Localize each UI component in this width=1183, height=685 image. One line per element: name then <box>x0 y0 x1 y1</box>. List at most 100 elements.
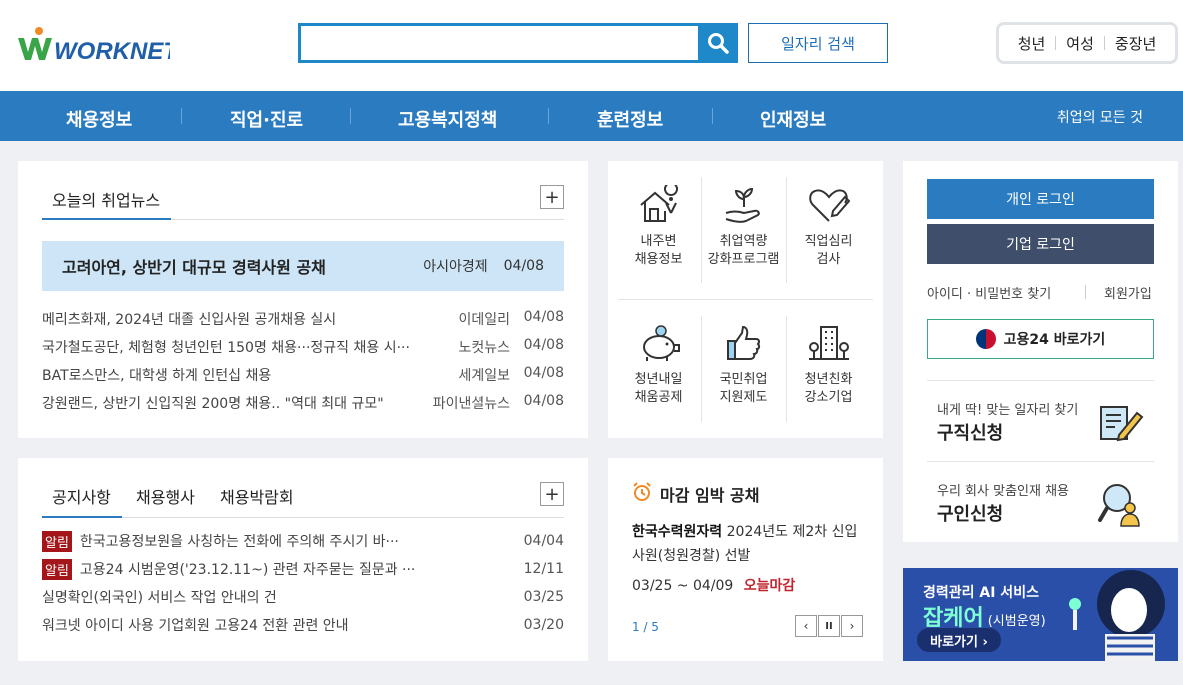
tab-notices[interactable]: 공지사항 <box>52 484 111 508</box>
nav-item-talent[interactable]: 인재정보 <box>760 106 826 132</box>
nav-divider <box>548 108 549 124</box>
alarm-clock-icon <box>633 482 651 501</box>
quick-link-psych-test[interactable]: 직업심리 검사 <box>786 185 871 269</box>
company-login-button[interactable]: 기업 로그인 <box>927 224 1154 264</box>
quick-links-panel: 내주변 채용정보 취업역량 강화프로그램 직업심리 검사 청년내일 채움공제 국… <box>608 161 883 438</box>
logo-wordmark: WORKNET <box>54 38 170 62</box>
quick-link-national-employment-support[interactable]: 국민취업 지원제도 <box>701 323 786 407</box>
next-button[interactable]: › <box>841 615 863 637</box>
quick-link-label: 국민취업 <box>719 372 768 387</box>
nav-divider <box>350 108 351 124</box>
quick-link-youth-savings[interactable]: 청년내일 채움공제 <box>616 323 701 407</box>
notice-item[interactable]: 알림 한국고용정보원을 사칭하는 전화에 주의해 주시기 바··· 04/04 <box>42 530 564 552</box>
deadline-pagination: 1 / 5 <box>632 620 659 634</box>
tab-hiring-events[interactable]: 채용행사 <box>136 484 195 508</box>
segment-divider <box>1103 36 1105 50</box>
nav-item-welfare-policy[interactable]: 고용복지정책 <box>398 106 497 132</box>
join-link[interactable]: 회원가입 <box>1104 283 1152 302</box>
banner-subtitle: 경력관리 AI 서비스 <box>923 585 1039 601</box>
banner-illustration <box>1069 570 1165 661</box>
banner-title-note: (시범운영) <box>987 614 1046 629</box>
header: WORKNET 일자리 검색 청년 여성 중장년 <box>0 0 1183 91</box>
news-more-button[interactable]: + <box>540 185 564 209</box>
worknet-logo-mark: WORKNET <box>18 27 170 62</box>
news-item[interactable]: 강원랜드, 상반기 신입직원 200명 채용.. "역대 최대 규모" 파이낸셜… <box>42 393 564 413</box>
headline-title: 고려아연, 상반기 대규모 경력사원 공채 <box>62 258 326 277</box>
banner-go-button[interactable]: 바로가기 › <box>917 628 1001 652</box>
search-bar <box>298 23 738 63</box>
quick-link-label: 채용정보 <box>634 252 683 267</box>
tab-job-fairs[interactable]: 채용박람회 <box>220 484 294 508</box>
notice-item[interactable]: 알림 고용24 시범운영('23.12.11~) 관련 자주묻는 질문과 ···… <box>42 558 564 580</box>
news-item[interactable]: 국가철도공단, 체험형 청년인턴 150명 채용···정규직 채용 시··· 노… <box>42 337 564 357</box>
job-seek-apply-link[interactable]: 내게 딱! 맞는 일자리 찾기 구직신청 <box>927 381 1154 461</box>
nav-divider <box>181 108 182 124</box>
tab-today-news[interactable]: 오늘의 취업뉴스 <box>52 187 160 211</box>
notice-item[interactable]: 워크넷 아이디 사용 기업회원 고용24 전환 관련 안내 03/20 <box>42 615 564 635</box>
job-seek-subtitle: 내게 딱! 맞는 일자리 찾기 <box>937 403 1079 418</box>
quick-link-label: 직업심리 <box>804 234 853 249</box>
headline-date: 04/08 <box>503 258 544 274</box>
deadline-status: 오늘마감 <box>743 578 796 594</box>
quick-link-label: 청년친화 <box>804 372 853 387</box>
gov24-button[interactable]: 고용24 바로가기 <box>927 319 1154 359</box>
alert-badge: 알림 <box>42 558 72 580</box>
quick-link-capacity-program[interactable]: 취업역량 강화프로그램 <box>701 185 786 269</box>
quick-link-label: 채움공제 <box>634 390 683 405</box>
notice-item-date: 12/11 <box>523 561 564 577</box>
audience-segments: 청년 여성 중장년 <box>996 22 1178 64</box>
notice-item[interactable]: 실명확인(외국인) 서비스 작업 안내의 건 03/25 <box>42 587 564 607</box>
segment-youth-link[interactable]: 청년 <box>1018 33 1046 54</box>
segment-divider <box>1055 36 1057 50</box>
news-item[interactable]: 메리츠화재, 2024년 대졸 신입사원 공개채용 실시 이데일리 04/08 <box>42 309 564 329</box>
nav-item-recruitment[interactable]: 채용정보 <box>66 106 132 132</box>
notice-item-date: 04/04 <box>523 533 564 549</box>
search-input[interactable] <box>298 23 698 63</box>
quick-link-label: 지원제도 <box>719 390 768 405</box>
main-nav: 채용정보 직업·진로 고용복지정책 훈련정보 인재정보 취업의 모든 것 <box>0 91 1183 141</box>
news-item-date: 04/08 <box>523 309 564 325</box>
news-item-title: 국가철도공단, 체험형 청년인턴 150명 채용···정규직 채용 시··· <box>42 340 410 356</box>
nav-item-career[interactable]: 직업·진로 <box>230 106 303 132</box>
building-icon <box>808 326 849 360</box>
notice-item-title: 고용24 시범운영('23.12.11~) 관련 자주묻는 질문과 ··· <box>79 562 416 578</box>
news-item-source: 세계일보 <box>458 368 510 384</box>
deadline-job-link[interactable]: 한국수력원자력 2024년도 제2차 신입사원(청원경찰) 선발 <box>632 520 862 568</box>
quick-link-nearby-jobs[interactable]: 내주변 채용정보 <box>616 185 701 269</box>
news-headline[interactable]: 고려아연, 상반기 대규모 경력사원 공채 아시아경제 04/08 <box>42 241 564 291</box>
news-item-source: 파이낸셜뉴스 <box>432 396 510 412</box>
find-id-password-link[interactable]: 아이디 · 비밀번호 찾기 <box>927 283 1051 302</box>
worknet-logo[interactable]: WORKNET <box>18 26 170 62</box>
recruit-apply-link[interactable]: 우리 회사 맞춤인재 채용 구인신청 <box>927 462 1154 542</box>
nav-item-training[interactable]: 훈련정보 <box>597 106 663 132</box>
nav-divider <box>712 108 713 124</box>
news-item-source: 이데일리 <box>458 312 510 328</box>
jobcare-banner[interactable]: 경력관리 AI 서비스 잡케어 (시범운영) 바로가기 › <box>903 568 1178 661</box>
job-search-button[interactable]: 일자리 검색 <box>748 23 888 63</box>
piggy-bank-icon <box>642 325 680 361</box>
news-item-date: 04/08 <box>523 393 564 409</box>
news-item-title: 강원랜드, 상반기 신입직원 200명 채용.. "역대 최대 규모" <box>42 396 384 412</box>
segment-women-link[interactable]: 여성 <box>1066 33 1094 54</box>
news-item[interactable]: BAT로스만스, 대학생 하계 인턴십 채용 세계일보 04/08 <box>42 365 564 385</box>
notice-item-title: 실명확인(외국인) 서비스 작업 안내의 건 <box>42 590 277 606</box>
quick-link-label: 취업역량 <box>719 234 768 249</box>
job-seek-title: 구직신청 <box>937 423 1004 444</box>
quick-link-youth-friendly-companies[interactable]: 청년친화 강소기업 <box>786 323 871 407</box>
recruit-title: 구인신청 <box>937 504 1004 525</box>
gov24-label: 고용24 바로가기 <box>1003 332 1106 348</box>
icon-row-divider <box>618 299 873 300</box>
notice-item-date: 03/25 <box>523 589 564 605</box>
notice-item-title: 워크넷 아이디 사용 기업회원 고용24 전환 관련 안내 <box>42 618 349 634</box>
segment-middle-aged-link[interactable]: 중장년 <box>1115 33 1156 54</box>
pause-button[interactable]: II <box>818 615 840 637</box>
nav-all-about-jobs[interactable]: 취업의 모든 것 <box>1057 107 1143 127</box>
personal-login-button[interactable]: 개인 로그인 <box>927 179 1154 219</box>
notice-item-title: 한국고용정보원을 사칭하는 전화에 주의해 주시기 바··· <box>79 534 399 550</box>
prev-button[interactable]: ‹ <box>795 615 817 637</box>
heart-pencil-icon <box>808 189 850 222</box>
login-panel: 개인 로그인 기업 로그인 아이디 · 비밀번호 찾기 회원가입 고용24 바로… <box>903 161 1178 542</box>
deadline-company: 한국수력원자력 <box>632 524 723 540</box>
notice-more-button[interactable]: + <box>540 482 564 506</box>
search-button[interactable] <box>698 23 738 63</box>
